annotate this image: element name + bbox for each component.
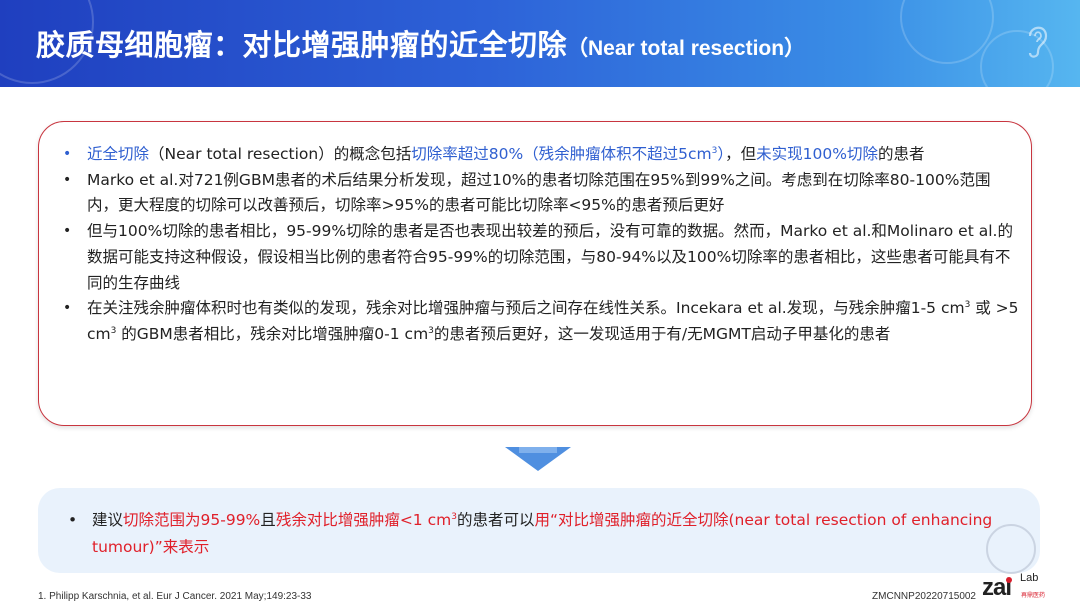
conclusion-text: • 建议切除范围为95-99%且残余对比增强肿瘤<1 cm3的患者可以用“对比增强… xyxy=(68,507,1042,561)
bullet-item: • 近全切除（Near total resection）的概念包括切除率超过80%… xyxy=(61,142,1021,168)
text-segment: 的患者预后更好，这一发现适用于有/无MGMT启动子甲基化的患者 xyxy=(433,324,891,343)
logo-superscript: Lab xyxy=(1020,572,1039,584)
text-segment: 在关注残余肿瘤体积时也有类似的发现，残余对比增强肿瘤与预后之间存在线性关系。In… xyxy=(87,299,965,318)
conclusion-box: • 建议切除范围为95-99%且残余对比增强肿瘤<1 cm3的患者可以用“对比增强… xyxy=(38,488,1040,573)
text-segment: 残余对比增强肿瘤<1 cm xyxy=(275,511,452,529)
text-segment: （Near total resection）的概念包括 xyxy=(149,145,412,163)
slide-title: 胶质母细胞瘤：对比增强肿瘤的近全切除（Near total resection） xyxy=(36,22,805,64)
text-segment: 的患者 xyxy=(878,145,925,163)
bullet-item: • 在关注残余肿瘤体积时也有类似的发现，残余对比增强肿瘤与预后之间存在线性关系。I… xyxy=(61,296,1021,347)
key-points-list: • 近全切除（Near total resection）的概念包括切除率超过80%… xyxy=(61,142,1021,348)
text-segment: Marko et al.对721例GBM患者的术后结果分析发现，超过10%的患者… xyxy=(87,170,991,215)
text-segment: ） xyxy=(717,145,726,163)
header-decoration xyxy=(900,0,994,64)
bullet-dot: • xyxy=(63,146,72,162)
slide-header: 胶质母细胞瘤：对比增强肿瘤的近全切除（Near total resection） xyxy=(0,0,1080,87)
slide-title-chinese: 胶质母细胞瘤：对比增强肿瘤的近全切除 xyxy=(36,28,568,62)
text-segment: 建议 xyxy=(92,511,124,529)
bullet-dot: • xyxy=(63,300,72,317)
ear-icon xyxy=(1028,26,1048,58)
text-segment: ，但 xyxy=(725,145,757,163)
arrow-down-icon xyxy=(505,447,571,471)
bullet-dot: • xyxy=(68,511,78,529)
logo-dot xyxy=(1006,577,1012,583)
company-logo: zai Lab 再鼎医药 xyxy=(982,572,1058,604)
slide-title-english: （Near total resection） xyxy=(567,37,806,60)
reference-footnote: 1. Philipp Karschnia, et al. Eur J Cance… xyxy=(38,591,312,602)
text-segment: 切除范围为95-99% xyxy=(123,511,261,529)
text-segment: 的GBM患者相比，残余对比增强肿瘤0-1 cm xyxy=(116,324,429,343)
logo-subtitle: 再鼎医药 xyxy=(1021,592,1046,599)
watermark-seal xyxy=(986,524,1036,574)
text-segment: 近全切除 xyxy=(87,145,150,163)
text-segment: 未实现100%切除 xyxy=(756,145,878,163)
bullet-dot: • xyxy=(63,171,72,188)
bullet-item: • Marko et al.对721例GBM患者的术后结果分析发现，超过10%的患… xyxy=(61,168,1021,219)
text-segment: 切除率超过80%（残余肿瘤体积不超过5cm xyxy=(411,145,712,163)
key-points-box: • 近全切除（Near total resection）的概念包括切除率超过80%… xyxy=(38,121,1032,426)
text-segment: 但与100%切除的患者相比，95-99%切除的患者是否也表现出较差的预后，没有可… xyxy=(87,222,1013,292)
text-segment: 的患者可以 xyxy=(456,511,535,529)
bullet-dot: • xyxy=(63,223,72,240)
bullet-item: • 但与100%切除的患者相比，95-99%切除的患者是否也表现出较差的预后，没有… xyxy=(61,219,1021,296)
document-code: ZMCNNP20220715002 xyxy=(872,591,976,602)
text-segment: 且 xyxy=(260,511,276,529)
